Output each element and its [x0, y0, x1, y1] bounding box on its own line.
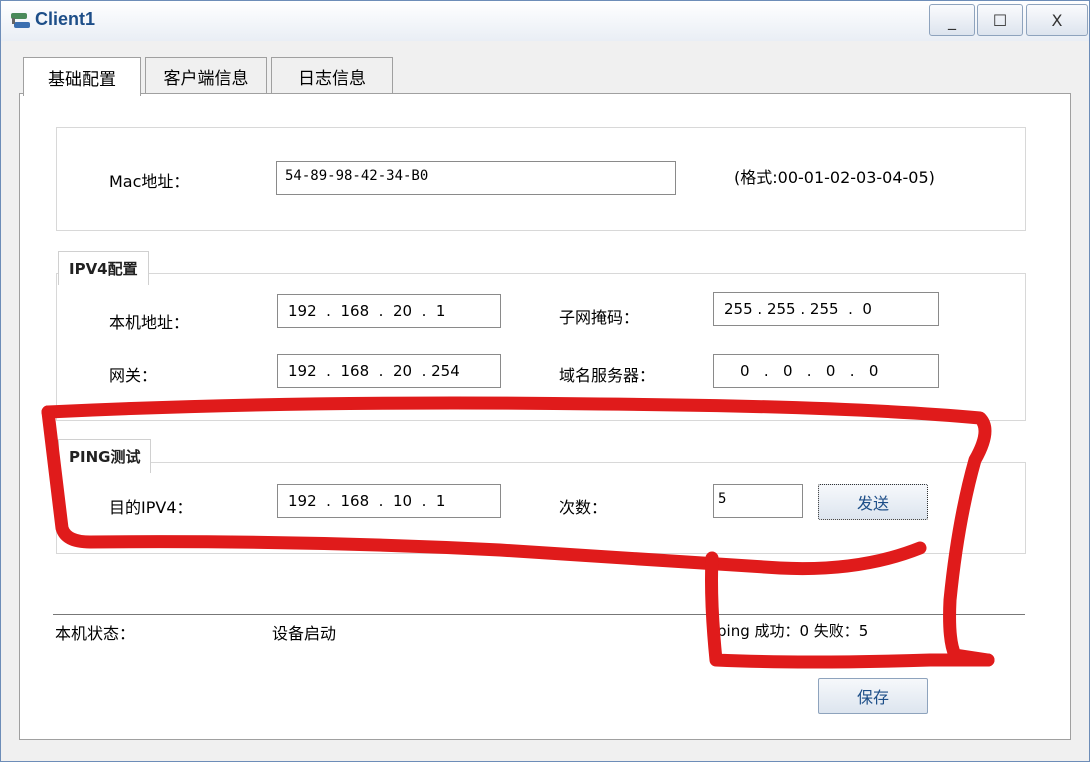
red-annotation-outline	[41, 396, 995, 669]
tab-basic-config[interactable]: 基础配置	[23, 57, 141, 96]
